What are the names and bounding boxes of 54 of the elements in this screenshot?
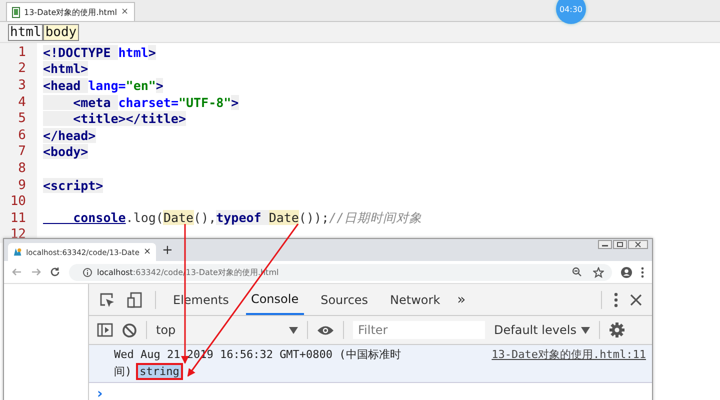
levels-dropdown[interactable]: Default levels — [494, 323, 590, 337]
site-icon — [13, 247, 22, 257]
console-prompt[interactable]: › — [97, 386, 103, 400]
line-number: 9 — [17, 178, 27, 193]
close-icon[interactable]: × — [120, 7, 128, 17]
line-number: 12 — [9, 227, 27, 242]
line-number: 7 — [17, 144, 27, 160]
close-icon[interactable] — [630, 294, 642, 306]
breadcrumb[interactable]: html — [8, 24, 44, 40]
line-number: 5 — [17, 111, 27, 126]
source-link[interactable]: 13-Date对象的使用.html:11 — [492, 347, 646, 380]
dropdown-icon — [581, 326, 590, 334]
inspect-icon[interactable] — [99, 292, 115, 308]
highlighted-result: string — [136, 363, 184, 380]
console-message: 间) — [114, 364, 132, 380]
info-icon — [83, 268, 92, 276]
line-number: 4 — [17, 94, 27, 110]
devtools-tab[interactable]: Sources — [316, 284, 374, 315]
breadcrumb[interactable]: body — [43, 24, 79, 40]
settings-icon[interactable] — [609, 322, 626, 338]
sidebar-icon[interactable] — [97, 323, 113, 337]
context-dropdown[interactable]: top — [156, 323, 298, 337]
device-icon[interactable] — [127, 292, 143, 308]
more-icon[interactable] — [614, 292, 618, 308]
line-number: 11 — [9, 210, 27, 226]
reload-icon[interactable] — [50, 267, 60, 277]
menu-icon[interactable] — [641, 266, 644, 278]
line-number: 2 — [17, 61, 27, 76]
code-line: <!DOCTYPE html> — [43, 44, 156, 60]
line-number: 1 — [17, 44, 27, 60]
eye-icon[interactable] — [317, 324, 334, 336]
clear-icon[interactable] — [122, 322, 137, 338]
devtools-tab[interactable]: Network — [385, 284, 446, 315]
account-icon[interactable] — [621, 266, 632, 278]
file-icon — [12, 6, 20, 18]
line-number: 6 — [17, 128, 27, 143]
close-icon[interactable]: × — [143, 247, 151, 257]
new-tab-button[interactable]: + — [162, 242, 173, 258]
zoom-icon[interactable] — [572, 267, 582, 277]
line-number: 8 — [17, 160, 27, 176]
editor-tab[interactable]: 13-Date对象的使用.html × — [6, 2, 134, 21]
more-tabs-button[interactable]: » — [457, 292, 466, 308]
code-line: <meta charset="UTF-8"> — [43, 94, 239, 110]
star-icon[interactable] — [593, 266, 604, 278]
line-number: 3 — [17, 78, 27, 93]
line-number: 10 — [9, 194, 27, 210]
code-line: <head lang="en"> — [43, 78, 164, 93]
restore-icon[interactable] — [613, 240, 627, 249]
close-icon[interactable] — [628, 240, 648, 249]
time-badge: 04:30 — [556, 0, 586, 24]
minimize-icon[interactable] — [598, 240, 612, 249]
dropdown-icon — [289, 326, 298, 334]
filter-field[interactable]: Filter — [353, 321, 485, 339]
code-line: console.log(Date(),typeof Date());//日期时间对象 — [72, 210, 422, 227]
